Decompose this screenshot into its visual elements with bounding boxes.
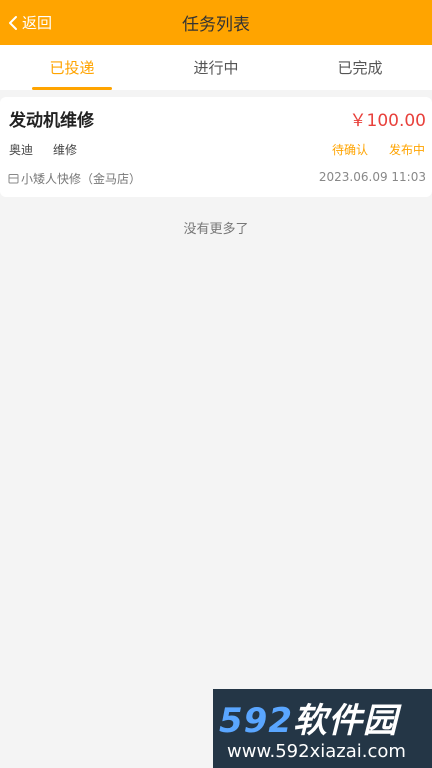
watermark-brand: 592软件园 bbox=[219, 693, 398, 742]
task-name: 发动机维修 bbox=[9, 111, 94, 131]
shop-name: 小矮人快修（金马店） bbox=[21, 172, 142, 186]
no-more-text: 没有更多了 bbox=[183, 222, 249, 237]
status-badge: 待确认 bbox=[332, 143, 369, 157]
tab-bar: 已投递 进行中 已完成 bbox=[0, 45, 432, 90]
shop-icon bbox=[8, 173, 19, 184]
tab-in-progress[interactable]: 进行中 bbox=[144, 45, 288, 90]
shop-row: 小矮人快修（金马店） bbox=[8, 170, 141, 187]
tab-label: 已投递 bbox=[49, 59, 95, 77]
tab-completed[interactable]: 已完成 bbox=[288, 45, 432, 90]
task-price: ￥100.00 bbox=[349, 111, 426, 131]
app-header: 返回 任务列表 bbox=[0, 0, 432, 45]
tab-active-indicator bbox=[32, 87, 112, 90]
car-brand: 奥迪 bbox=[9, 143, 34, 157]
task-time: 2023.06.09 11:03 bbox=[318, 170, 426, 184]
service-type: 维修 bbox=[53, 143, 78, 157]
task-card[interactable]: 发动机维修 ￥100.00 奥迪 维修 待确认 发布中 小矮人快修（金马店） 2… bbox=[0, 97, 432, 197]
tab-label: 已完成 bbox=[337, 59, 383, 77]
tab-label: 进行中 bbox=[193, 59, 239, 77]
watermark-brand-name: 软件园 bbox=[292, 701, 398, 741]
publish-status[interactable]: 发布中 bbox=[389, 141, 425, 158]
tab-delivered[interactable]: 已投递 bbox=[0, 45, 144, 90]
watermark-url: www.592xiazai.com bbox=[227, 741, 406, 762]
watermark-logo: 592软件园 www.592xiazai.com bbox=[213, 689, 432, 768]
page-title: 任务列表 bbox=[182, 15, 250, 35]
watermark-brand-num: 592 bbox=[219, 701, 293, 741]
